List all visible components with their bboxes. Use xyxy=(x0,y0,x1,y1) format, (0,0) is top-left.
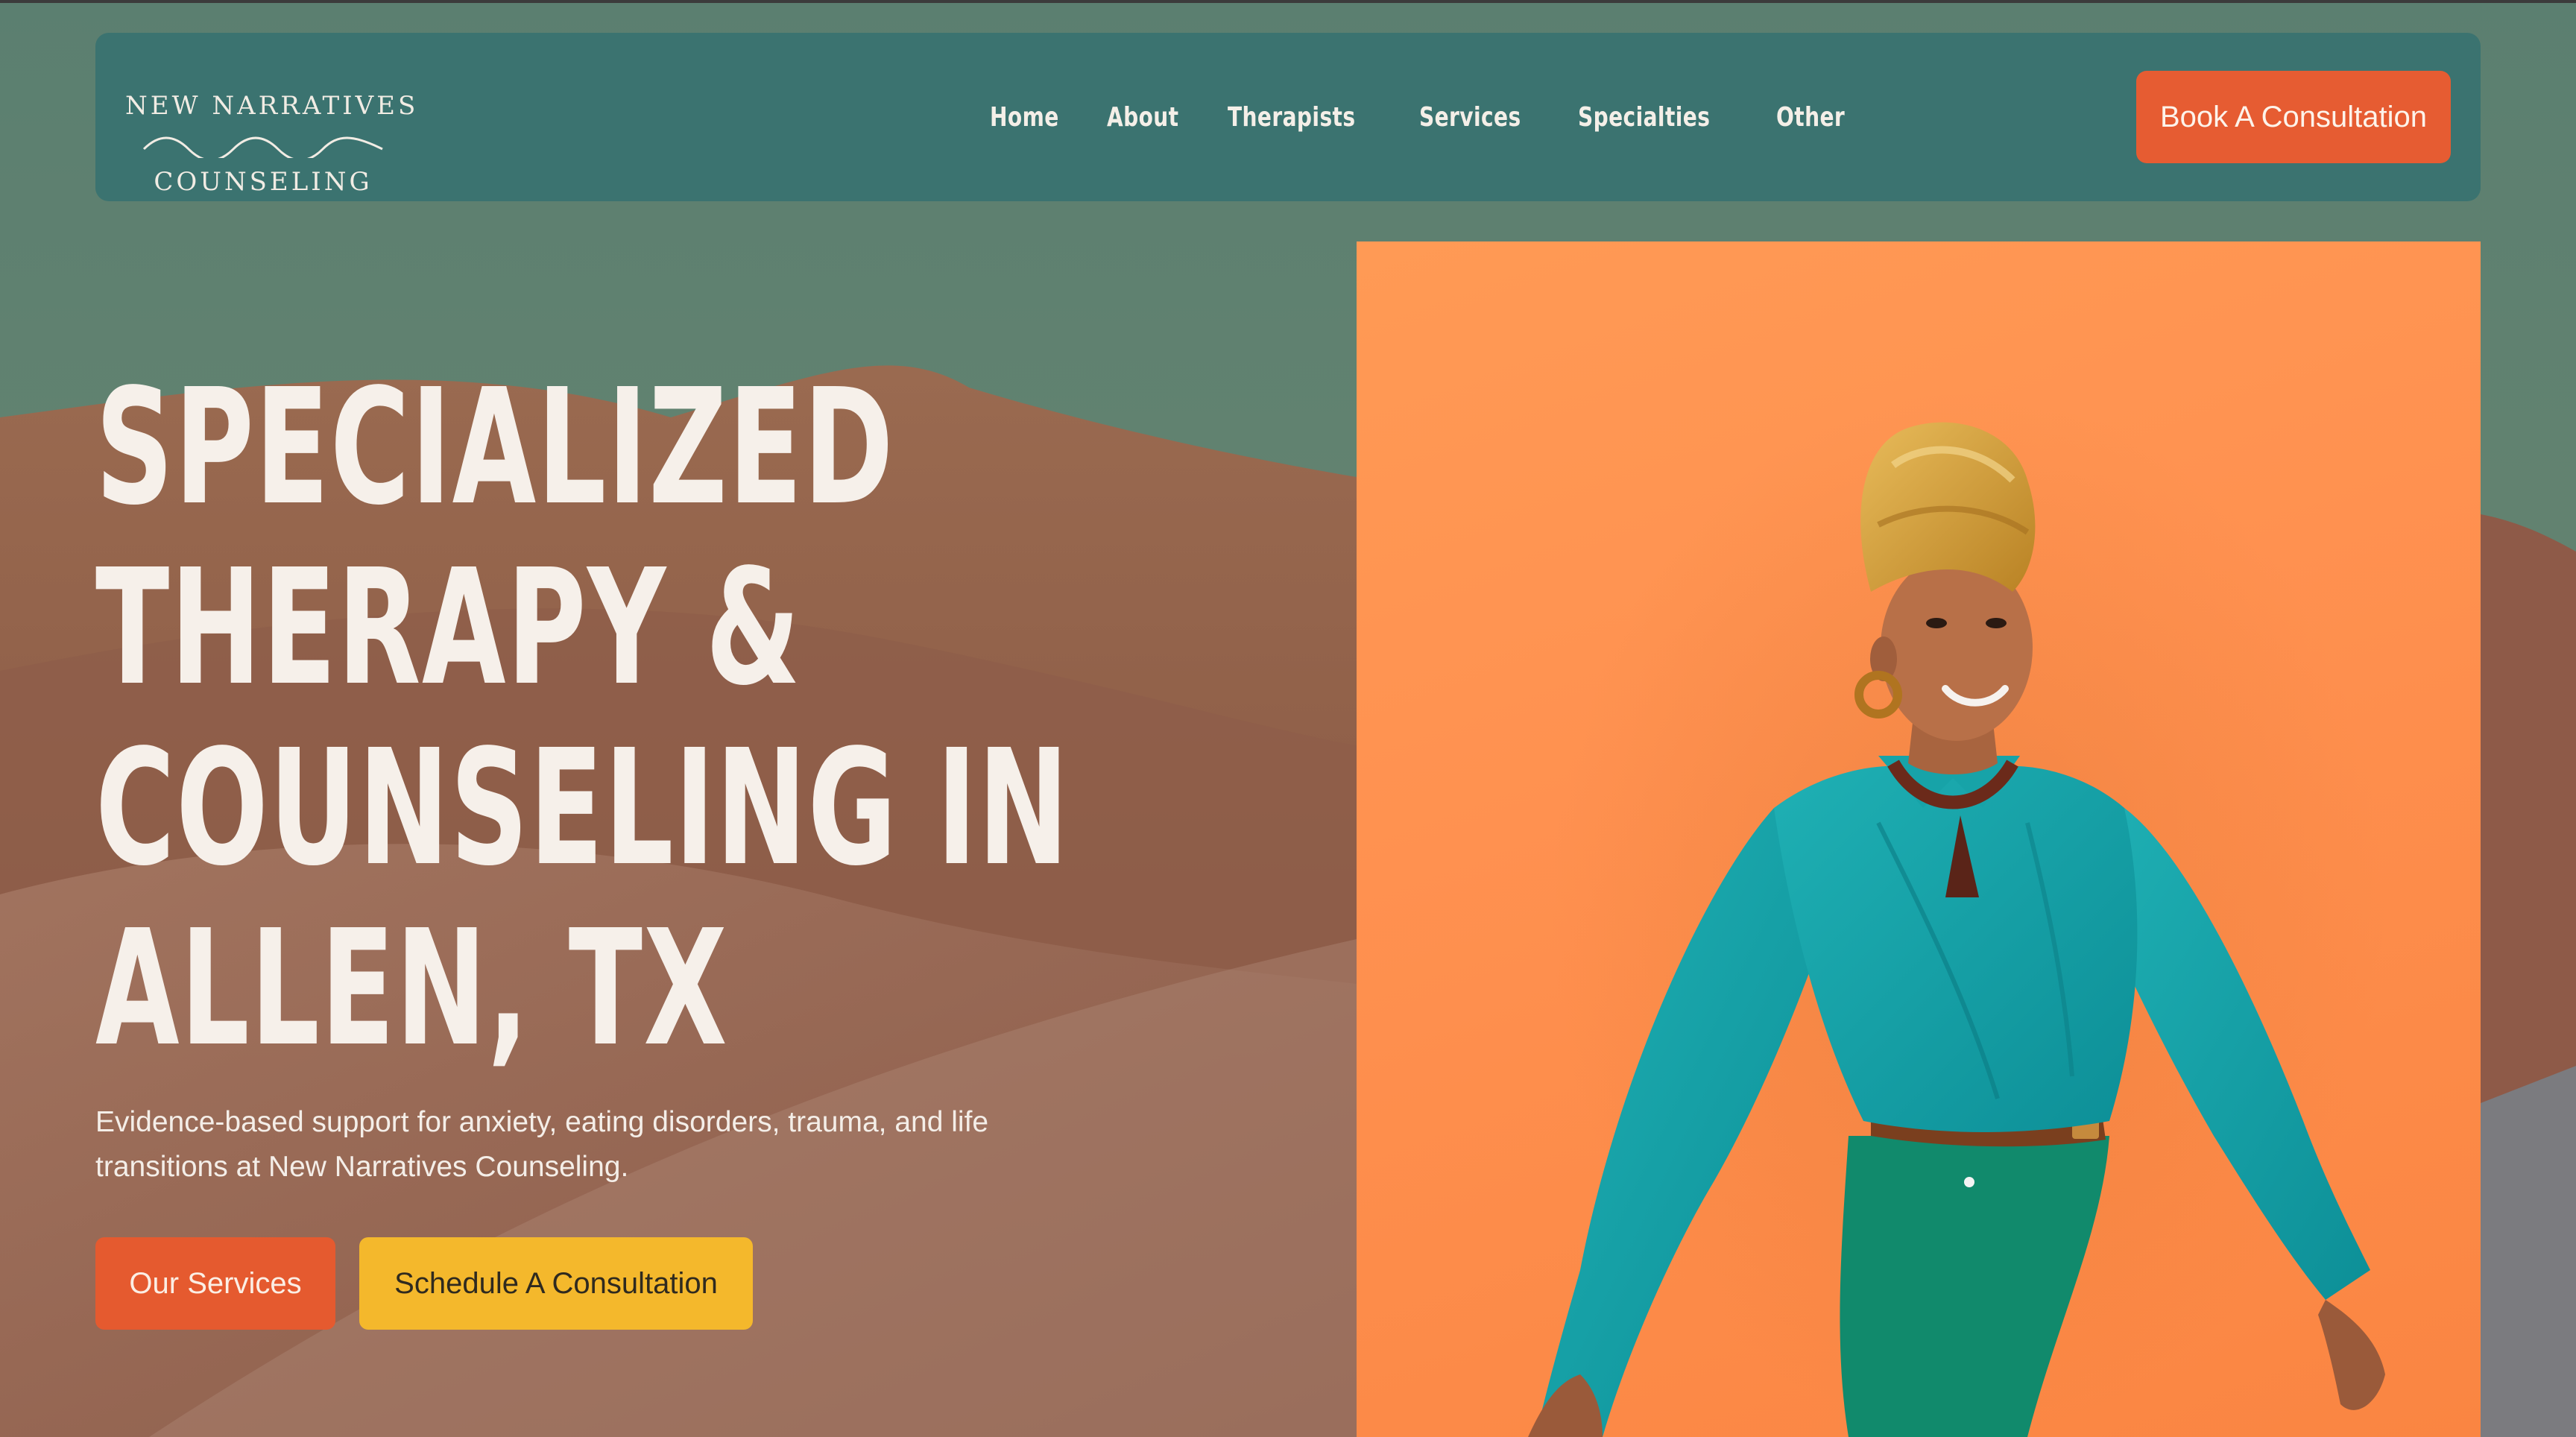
nav-link-other[interactable]: Other xyxy=(1776,102,1845,133)
top-border xyxy=(0,0,2576,3)
main-navigation: Home About Therapists Services Specialti… xyxy=(990,33,1846,201)
header-nav-bar: NEW NARRATIVES COUNSELING Home About The… xyxy=(95,33,2481,201)
woman-portrait-illustration xyxy=(1528,391,2385,1437)
nav-link-about[interactable]: About xyxy=(1107,102,1178,133)
hero-subtitle: Evidence-based support for anxiety, eati… xyxy=(95,1106,989,1183)
nav-link-home[interactable]: Home xyxy=(990,102,1059,133)
book-consultation-button[interactable]: Book A Consultation xyxy=(2136,71,2451,163)
logo-text-top: NEW NARRATIVES xyxy=(125,91,419,121)
hero-heading-line: COUNSELING IN xyxy=(95,716,1070,901)
logo-text-bottom: COUNSELING xyxy=(154,167,373,197)
hero-heading: SPECIALIZED THERAPY & COUNSELING IN ALLE… xyxy=(95,355,1070,1081)
nav-link-specialties[interactable]: Specialties xyxy=(1578,102,1710,133)
schedule-consultation-button[interactable]: Schedule A Consultation xyxy=(359,1237,753,1330)
nav-link-therapists[interactable]: Therapists xyxy=(1228,102,1355,133)
hero-heading-line: ALLEN, TX xyxy=(95,896,728,1081)
logo[interactable]: NEW NARRATIVES COUNSELING xyxy=(125,63,419,197)
wave-icon xyxy=(142,136,383,158)
hero-heading-line: SPECIALIZED xyxy=(95,355,894,540)
page: NEW NARRATIVES COUNSELING Home About The… xyxy=(0,0,2576,1437)
nav-link-services[interactable]: Services xyxy=(1419,102,1521,133)
hero-photo xyxy=(1357,241,2481,1437)
hero-heading-line: THERAPY & xyxy=(95,535,801,721)
our-services-button[interactable]: Our Services xyxy=(95,1237,335,1330)
